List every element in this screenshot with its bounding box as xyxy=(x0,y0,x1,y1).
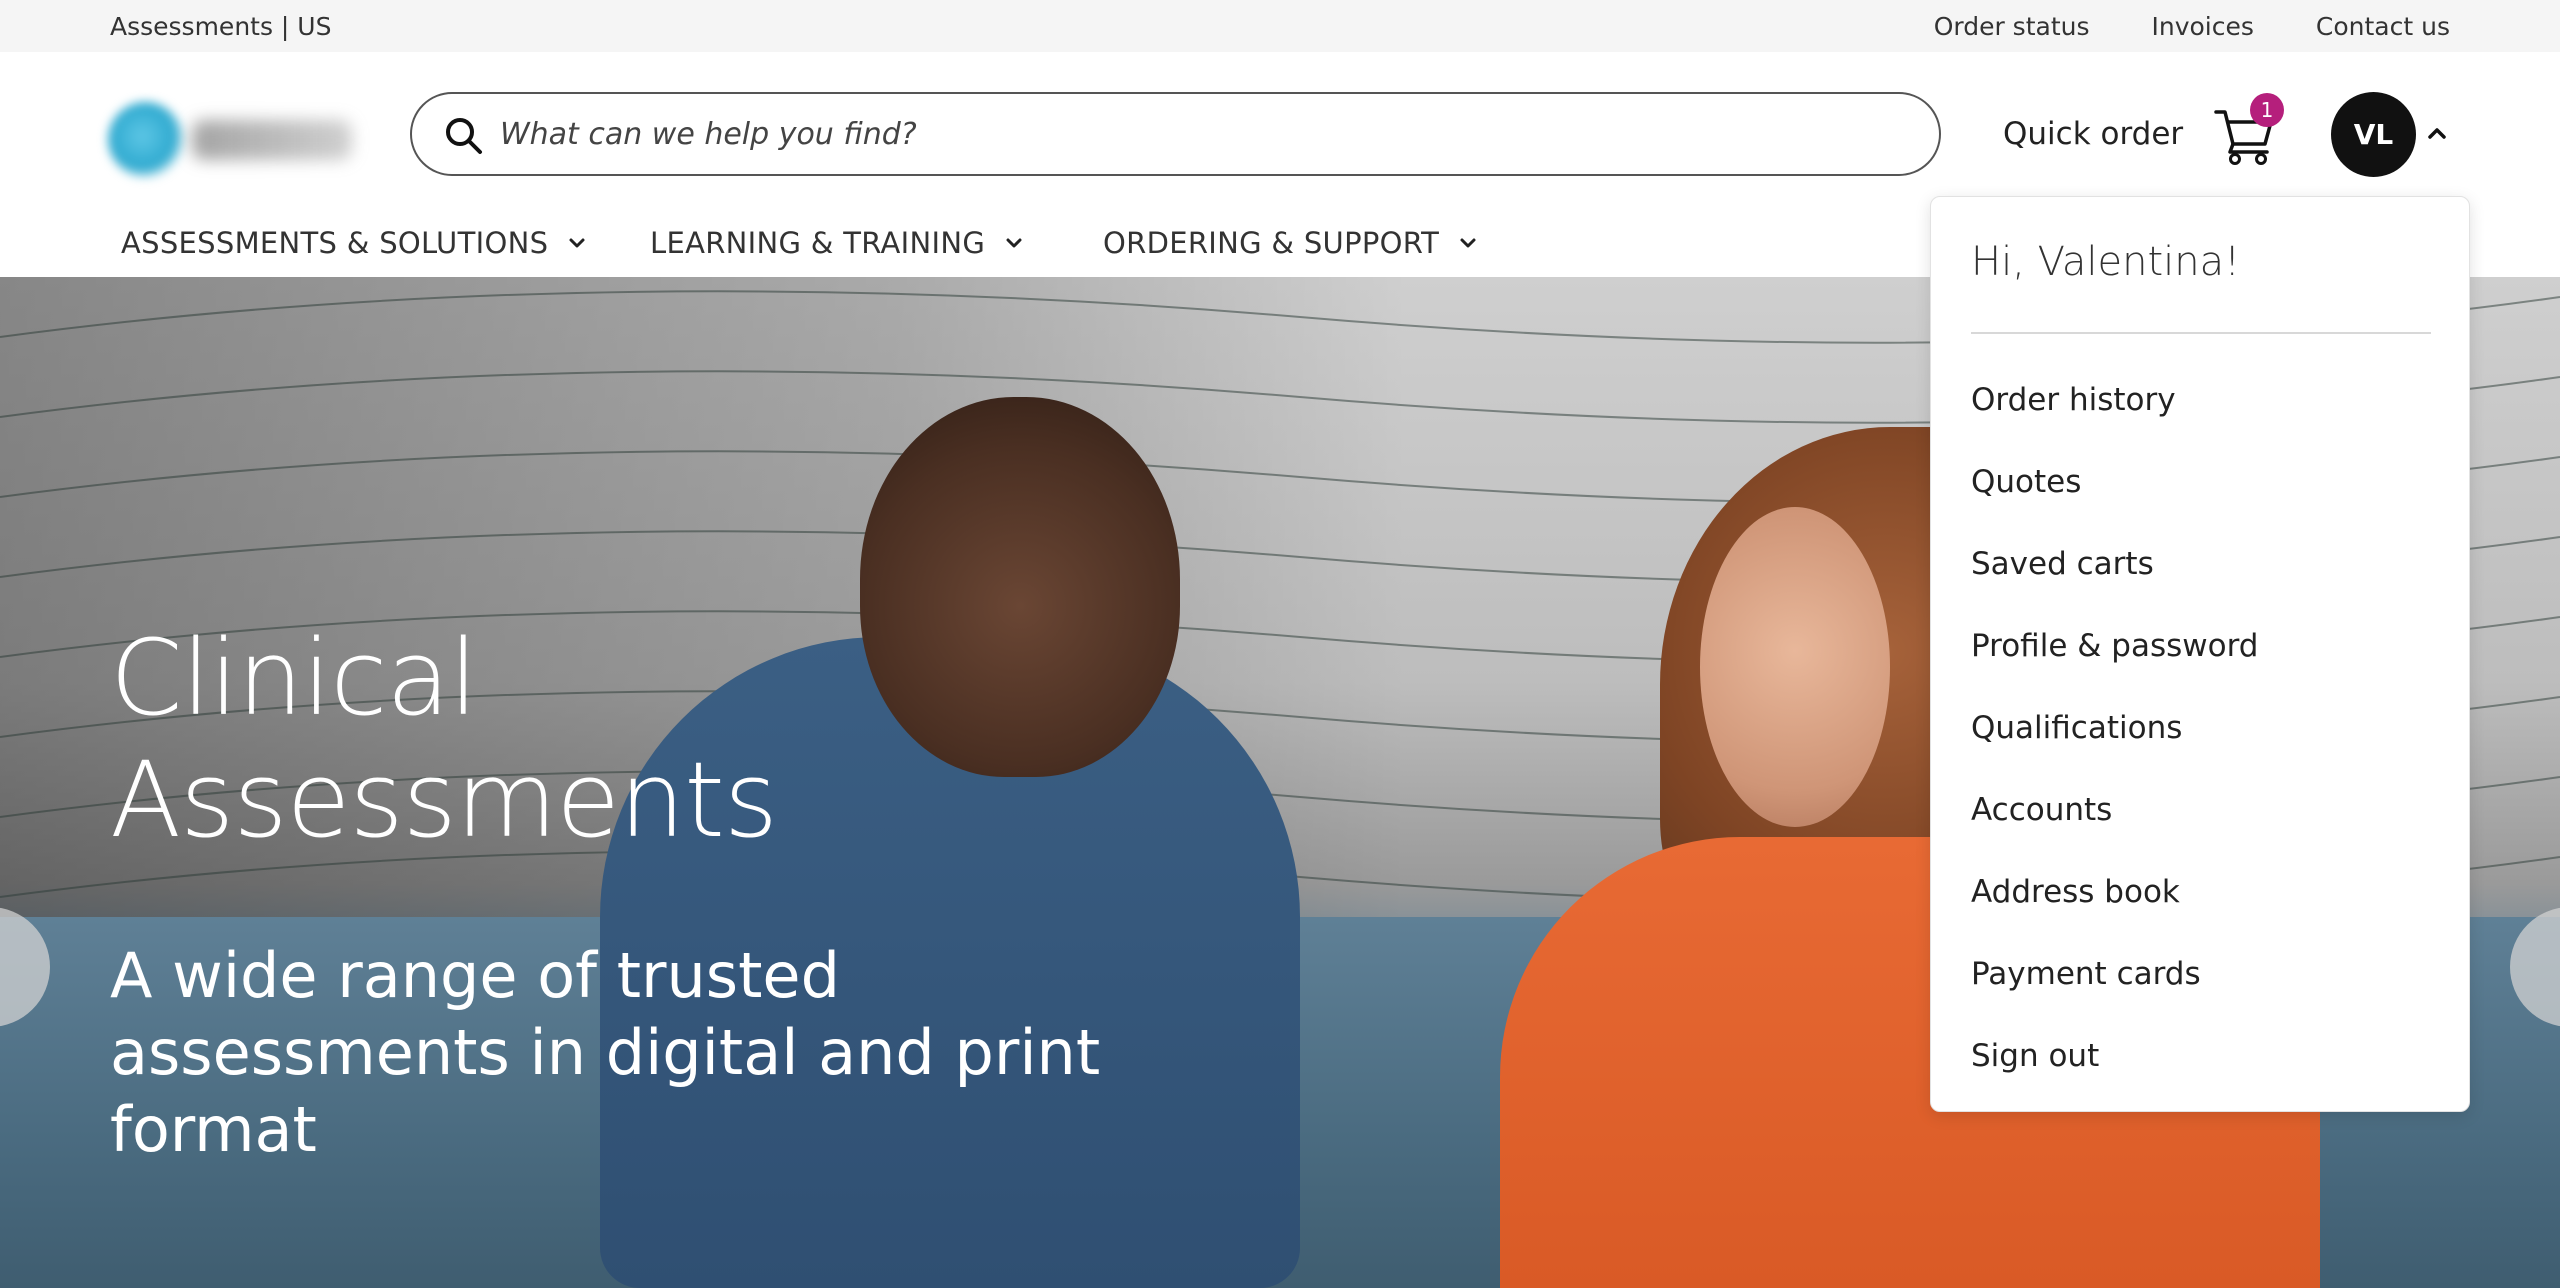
nav-item-label: ASSESSMENTS & SOLUTIONS xyxy=(121,226,549,260)
account-dropdown: Hi, Valentina! Order history Quotes Save… xyxy=(1930,196,2470,1112)
menu-item-order-history[interactable]: Order history xyxy=(1971,377,2431,459)
quick-order-link[interactable]: Quick order xyxy=(2003,116,2183,152)
search-icon[interactable] xyxy=(442,114,486,158)
invoices-link[interactable]: Invoices xyxy=(2152,12,2254,41)
utility-links: Order status Invoices Contact us xyxy=(1934,12,2450,41)
menu-item-address-book[interactable]: Address book xyxy=(1971,869,2431,951)
order-status-link[interactable]: Order status xyxy=(1934,12,2090,41)
logo-wordmark xyxy=(192,120,352,160)
chevron-up-icon[interactable] xyxy=(2426,122,2448,144)
nav-item-label: ORDERING & SUPPORT xyxy=(1103,226,1440,260)
hero-title: Clinical Assessments xyxy=(110,617,1010,861)
hero-person-face xyxy=(1700,507,1890,827)
cart-count-badge: 1 xyxy=(2250,93,2284,127)
menu-item-payment-cards[interactable]: Payment cards xyxy=(1971,951,2431,1033)
logo[interactable] xyxy=(100,90,360,190)
divider xyxy=(1971,332,2431,334)
nav-item-label: LEARNING & TRAINING xyxy=(650,226,986,260)
menu-item-profile-password[interactable]: Profile & password xyxy=(1971,623,2431,705)
search-input[interactable] xyxy=(500,108,1900,160)
hero-subtitle: A wide range of trusted assessments in d… xyxy=(110,939,1101,1166)
chevron-down-icon xyxy=(1460,238,1476,248)
account-greeting: Hi, Valentina! xyxy=(1971,239,2241,285)
hero-title-line1: Clinical xyxy=(110,617,478,739)
menu-item-saved-carts[interactable]: Saved carts xyxy=(1971,541,2431,623)
account-avatar[interactable]: VL xyxy=(2331,92,2416,177)
menu-item-qualifications[interactable]: Qualifications xyxy=(1971,705,2431,787)
menu-item-accounts[interactable]: Accounts xyxy=(1971,787,2431,869)
logo-mark xyxy=(108,102,184,178)
chevron-down-icon xyxy=(569,238,585,248)
chevron-down-icon xyxy=(1006,238,1022,248)
nav-ordering-support[interactable]: ORDERING & SUPPORT xyxy=(1103,226,1479,260)
menu-item-quotes[interactable]: Quotes xyxy=(1971,459,2431,541)
region-label[interactable]: Assessments | US xyxy=(110,12,331,41)
nav-assessments-solutions[interactable]: ASSESSMENTS & SOLUTIONS xyxy=(121,226,588,260)
account-menu-list: Order history Quotes Saved carts Profile… xyxy=(1971,377,2431,1115)
nav-learning-training[interactable]: LEARNING & TRAINING xyxy=(650,226,1025,260)
hero-title-line2: Assessments xyxy=(110,739,778,861)
contact-us-link[interactable]: Contact us xyxy=(2316,12,2450,41)
search-bar xyxy=(410,92,1941,176)
menu-item-sign-out[interactable]: Sign out xyxy=(1971,1033,2431,1115)
utility-bar: Assessments | US Order status Invoices C… xyxy=(0,0,2560,52)
